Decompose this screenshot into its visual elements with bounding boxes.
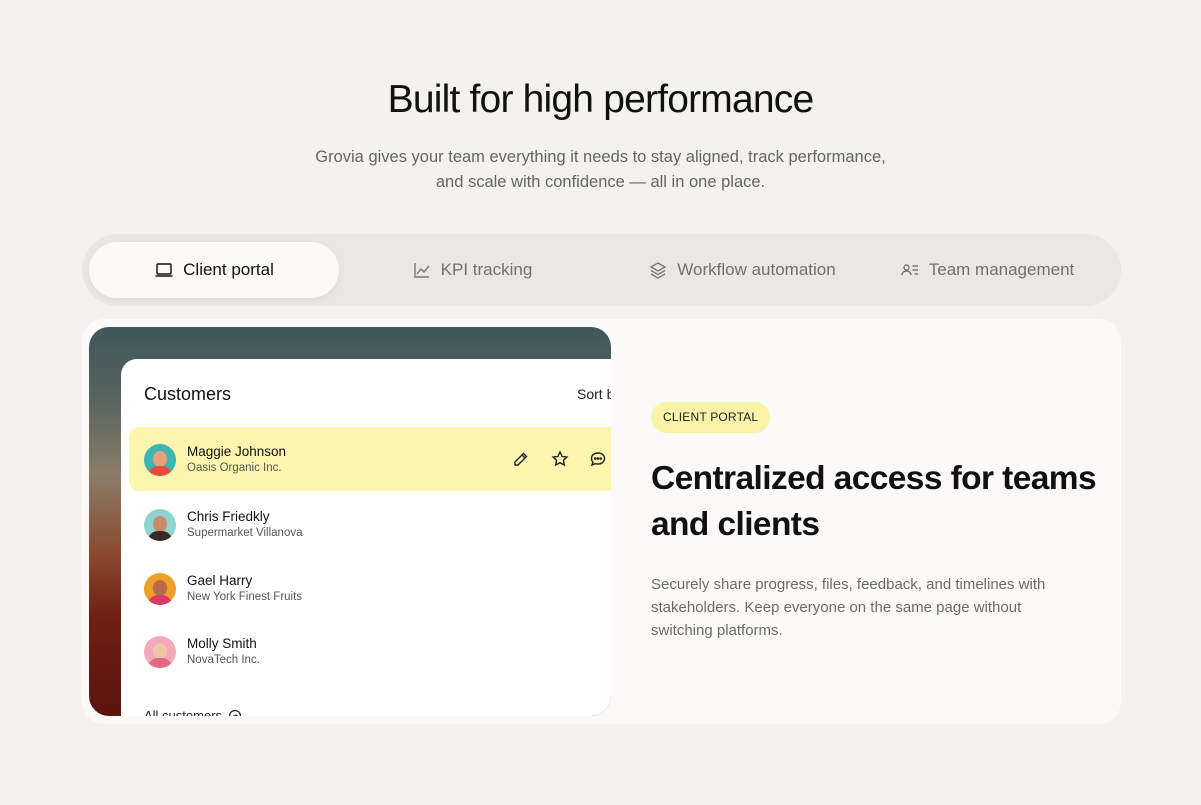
line-chart-icon [413,263,430,278]
customers-panel: Customers Sort b Maggie Johnson Oasis Or… [121,359,611,716]
feature-card: Customers Sort b Maggie Johnson Oasis Or… [82,319,1121,724]
avatar [144,573,176,605]
tab-client-portal[interactable]: Client portal [89,242,339,298]
laptop-icon [155,263,173,277]
page-title: Built for high performance [387,78,815,121]
star-icon[interactable] [551,450,569,468]
tab-workflow-automation[interactable]: Workflow automation [612,242,872,298]
tab-team-management[interactable]: Team management [862,242,1112,298]
preview-visual: Customers Sort b Maggie Johnson Oasis Or… [89,327,611,716]
tab-kpi-tracking[interactable]: KPI tracking [347,242,597,298]
edit-icon[interactable] [512,450,530,468]
customer-row-maggie-johnson[interactable]: Maggie Johnson Oasis Organic Inc. [129,427,611,491]
avatar [144,444,176,476]
feature-title: Centralized access for teams and clients [651,460,1097,543]
section-badge: CLIENT PORTAL [651,402,771,433]
customer-row-gael-harry[interactable]: Gael Harry New York Finest Fruits [129,556,611,620]
page-subtitle: Grovia gives your team everything it nee… [315,148,886,191]
chat-icon[interactable] [589,450,607,468]
user-list-icon [901,264,918,276]
layers-icon [649,262,667,279]
sort-button[interactable]: Sort b [577,386,611,402]
feature-description: Securely share progress, files, feedback… [651,576,1046,639]
avatar [144,636,176,668]
customers-title: Customers [144,384,232,404]
arrow-circle-icon [228,709,242,716]
feature-tabs: Client portal KPI tracking Workflow auto… [82,234,1121,306]
avatar [144,509,176,541]
all-customers-link[interactable]: All customers [144,708,242,716]
customer-row-molly-smith[interactable]: Molly Smith NovaTech Inc. [129,619,611,683]
customer-row-chris-friedkly[interactable]: Chris Friedkly Supermarket Villanova [129,492,611,556]
